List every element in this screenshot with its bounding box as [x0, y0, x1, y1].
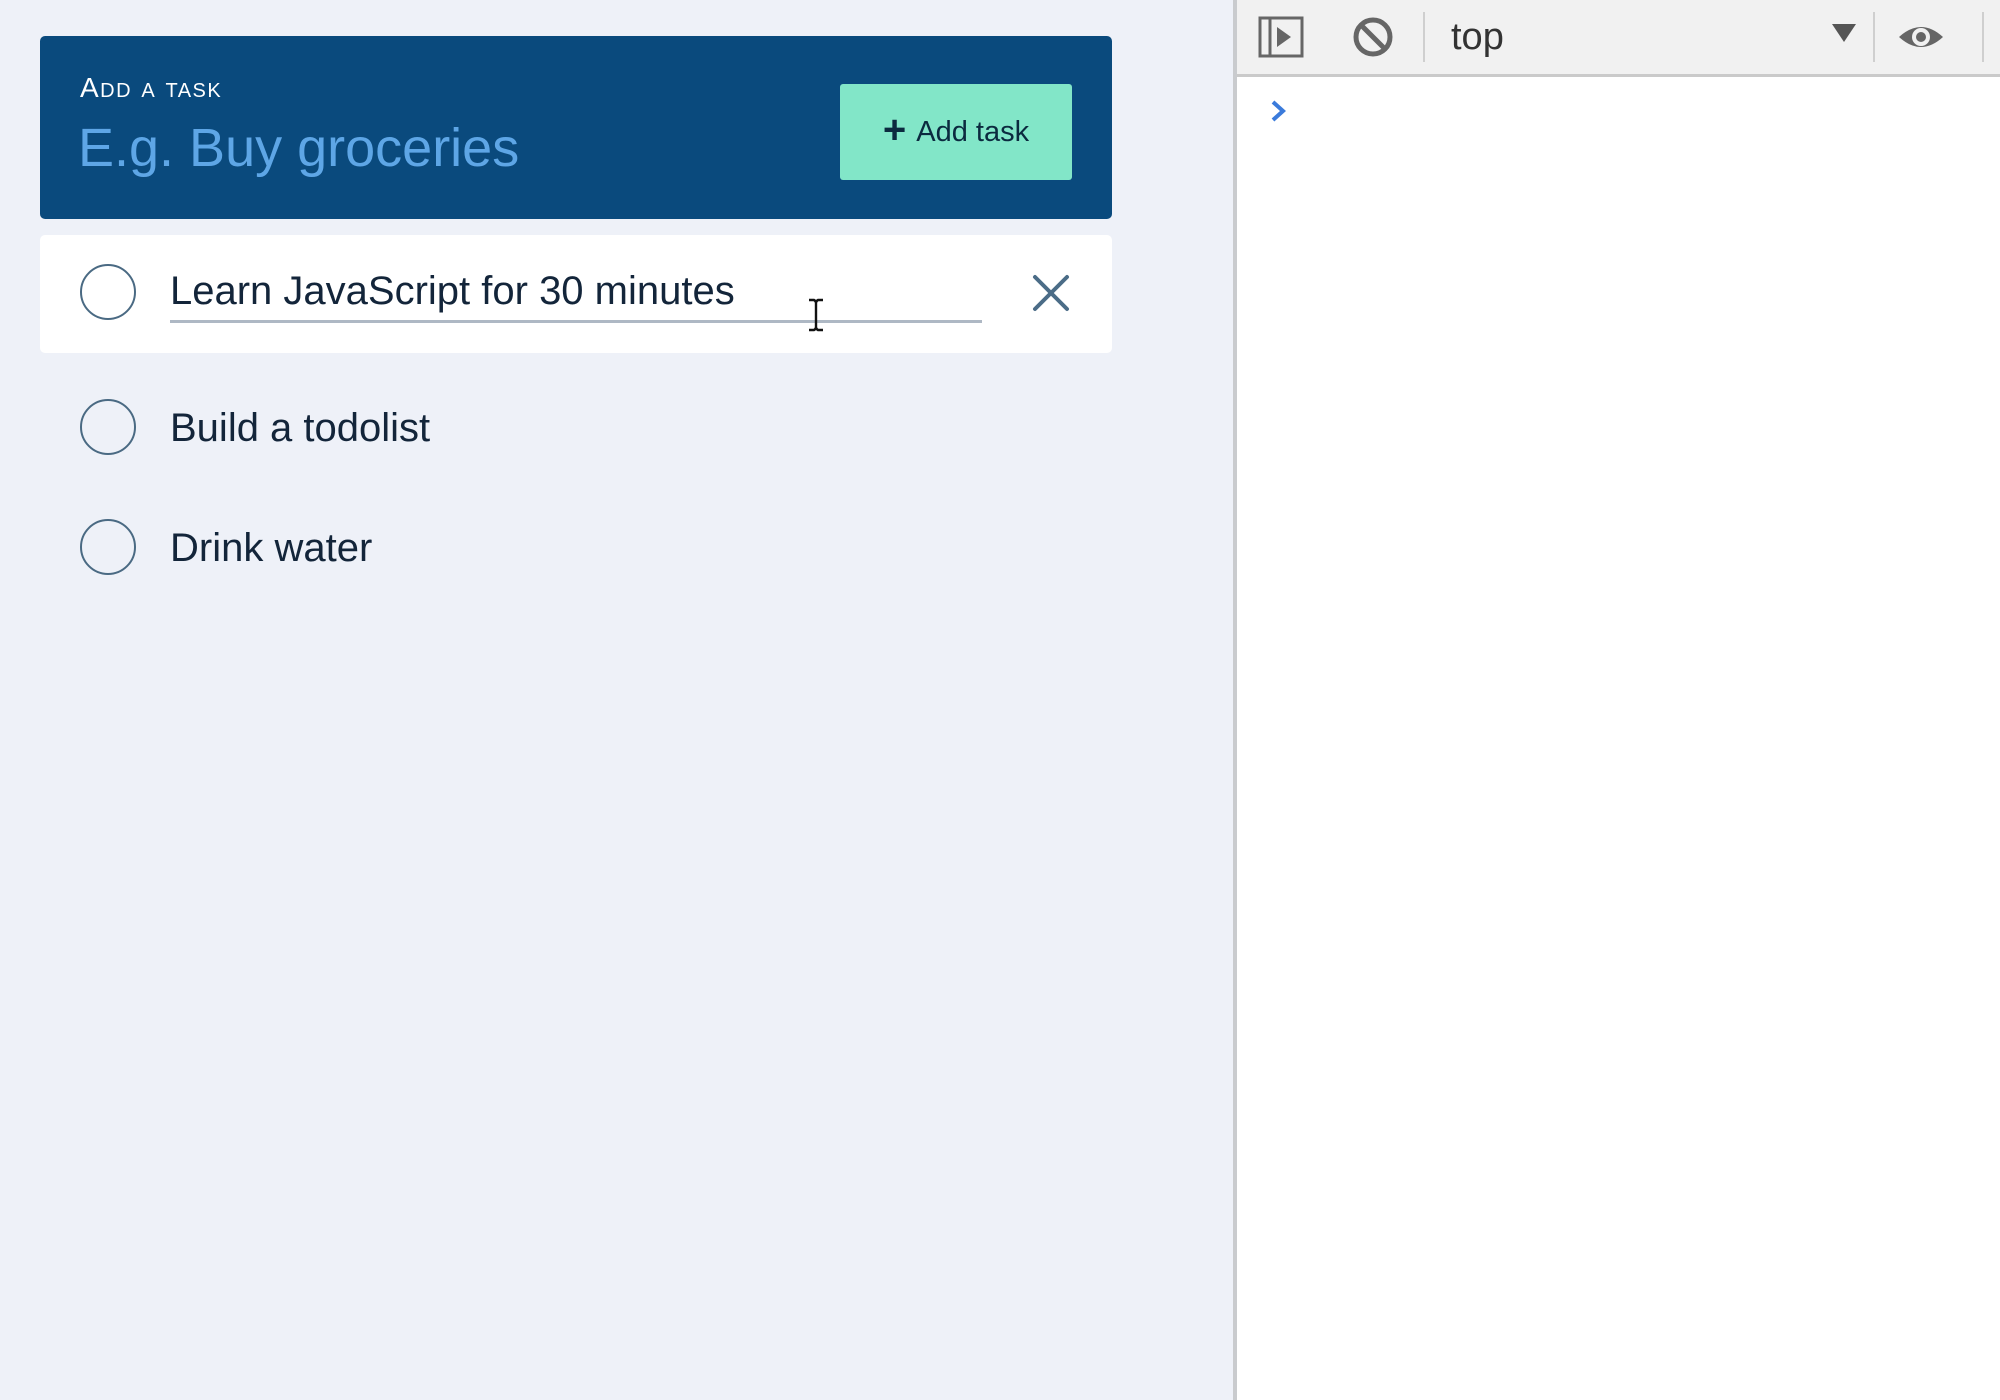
chevron-down-icon: [1832, 24, 1856, 42]
task-item[interactable]: Drink water: [40, 490, 1112, 608]
add-task-button[interactable]: + Add task: [840, 84, 1072, 180]
context-selector[interactable]: top: [1451, 14, 1856, 60]
add-task-label: Add a task: [80, 72, 223, 103]
task-label: Build a todolist: [170, 406, 431, 450]
task-label: Drink water: [170, 526, 373, 570]
task-item-editing[interactable]: [40, 235, 1112, 353]
sidebar-play-icon[interactable]: [1257, 14, 1305, 60]
task-edit-input[interactable]: [170, 263, 982, 323]
eye-icon[interactable]: [1897, 14, 1945, 60]
todo-app: Add a task + Add task Build a todolist D…: [0, 0, 1233, 1400]
plus-icon: +: [882, 108, 907, 152]
close-icon[interactable]: [1025, 267, 1077, 319]
circle-checkbox-icon[interactable]: [80, 519, 136, 575]
text-cursor-icon: [809, 298, 823, 332]
console-toolbar: top: [1237, 0, 2000, 77]
devtools-console-panel: top: [1233, 0, 2000, 1400]
toolbar-divider: [1982, 12, 1984, 62]
toolbar-divider: [1873, 12, 1875, 62]
new-task-input[interactable]: [78, 108, 798, 188]
add-task-button-label: Add task: [916, 115, 1030, 148]
toolbar-divider: [1423, 12, 1425, 62]
task-item[interactable]: Build a todolist: [40, 370, 1112, 488]
circle-checkbox-icon[interactable]: [80, 399, 136, 455]
block-icon[interactable]: [1349, 14, 1397, 60]
add-task-panel: Add a task + Add task: [40, 36, 1112, 219]
chevron-right-icon[interactable]: [1267, 96, 1291, 126]
circle-checkbox-icon[interactable]: [80, 264, 136, 320]
context-label: top: [1451, 16, 1504, 58]
